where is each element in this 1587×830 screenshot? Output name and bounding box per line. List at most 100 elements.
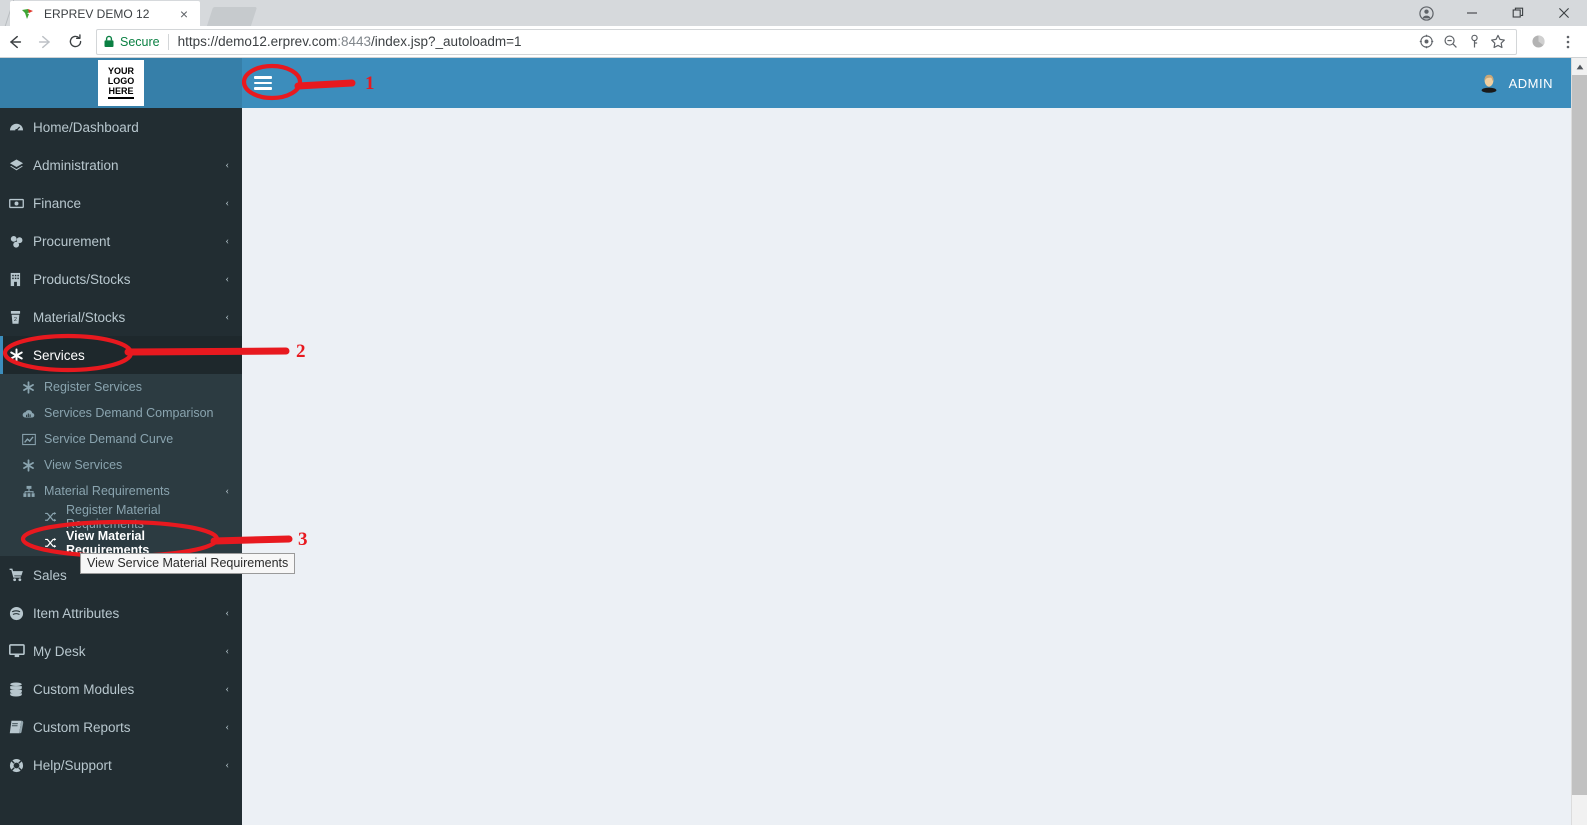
browser-toolbar: Secure https://demo12.erprev.com:8443/in… bbox=[0, 26, 1587, 58]
extension-icon[interactable] bbox=[1523, 27, 1553, 57]
chevron-left-icon: ‹ bbox=[225, 485, 229, 497]
chevron-left-icon: ‹ bbox=[225, 683, 229, 695]
sidebar-item-item-attributes[interactable]: Item Attributes ‹ bbox=[0, 594, 242, 632]
bin-icon: 2 bbox=[9, 310, 33, 325]
book-icon bbox=[9, 720, 33, 734]
page-scrollbar[interactable] bbox=[1571, 58, 1587, 825]
database-icon bbox=[9, 681, 33, 697]
forward-button[interactable] bbox=[30, 27, 60, 57]
submenu-item-register-material-requirements[interactable]: Register Material Requirements bbox=[0, 503, 242, 531]
submenu-item-label: Services Demand Comparison bbox=[44, 406, 214, 420]
browser-tab-title: ERPREV DEMO 12 bbox=[44, 6, 150, 21]
reload-button[interactable] bbox=[60, 27, 90, 57]
sidebar-item-label: My Desk bbox=[33, 643, 86, 659]
back-button[interactable] bbox=[0, 27, 30, 57]
building-icon bbox=[9, 272, 33, 287]
submenu-item-material-requirements[interactable]: Material Requirements ‹ bbox=[0, 478, 242, 504]
chevron-left-icon: ‹ bbox=[225, 607, 229, 619]
logo-line-3: HERE bbox=[108, 86, 134, 99]
chevron-left-icon: ‹ bbox=[225, 197, 229, 209]
sidebar-item-label: Item Attributes bbox=[33, 605, 120, 621]
app-logo: YOUR LOGO HERE bbox=[98, 60, 144, 106]
main-content-area bbox=[242, 108, 1571, 825]
minimize-button[interactable] bbox=[1449, 0, 1495, 26]
chevron-left-icon: ‹ bbox=[225, 235, 229, 247]
shuffle-icon bbox=[44, 511, 66, 523]
asterisk-icon bbox=[22, 458, 44, 472]
submenu-item-service-demand-curve[interactable]: Service Demand Curve bbox=[0, 426, 242, 452]
submenu-item-label: View Services bbox=[44, 458, 123, 472]
sidebar-item-help-support[interactable]: Help/Support ‹ bbox=[0, 746, 242, 784]
url-text: https://demo12.erprev.com:8443/index.jsp… bbox=[177, 34, 522, 49]
zoom-icon[interactable] bbox=[1438, 30, 1462, 54]
submenu-item-label: Register Services bbox=[44, 380, 142, 394]
sidebar-item-label: Custom Modules bbox=[33, 681, 135, 697]
sidebar-item-procurement[interactable]: Procurement ‹ bbox=[0, 222, 242, 260]
maximize-button[interactable] bbox=[1495, 0, 1541, 26]
sidebar-item-label: Procurement bbox=[33, 233, 111, 249]
cart-icon bbox=[9, 568, 33, 582]
sidebar-item-my-desk[interactable]: My Desk ‹ bbox=[0, 632, 242, 670]
line-chart-icon bbox=[22, 433, 44, 446]
chevron-left-icon: ‹ bbox=[225, 645, 229, 657]
browser-tab[interactable]: ERPREV DEMO 12 × bbox=[10, 1, 200, 26]
menu-tooltip: View Service Material Requirements bbox=[80, 553, 296, 574]
sidebar-item-label: Services bbox=[33, 347, 85, 363]
asterisk-icon bbox=[9, 348, 33, 363]
sitemap-icon bbox=[22, 485, 44, 498]
submenu-item-label: Service Demand Curve bbox=[44, 432, 174, 446]
chrome-menu-icon[interactable] bbox=[1553, 27, 1583, 57]
cast-icon[interactable] bbox=[1414, 30, 1438, 54]
app-header: YOUR LOGO HERE ADMIN bbox=[0, 58, 1571, 108]
new-tab-button[interactable] bbox=[206, 7, 258, 26]
sidebar-item-home-dashboard[interactable]: Home/Dashboard bbox=[0, 108, 242, 146]
tab-close-icon[interactable]: × bbox=[176, 7, 192, 21]
user-avatar-icon bbox=[1478, 72, 1500, 94]
asterisk-icon bbox=[22, 380, 44, 394]
window-controls bbox=[1403, 0, 1587, 26]
chevron-left-icon: ‹ bbox=[225, 273, 229, 285]
lock-icon bbox=[103, 35, 115, 48]
sidebar-item-label: Administration bbox=[33, 157, 119, 173]
password-key-icon[interactable] bbox=[1462, 30, 1486, 54]
submenu-item-services-demand-comparison[interactable]: Services Demand Comparison bbox=[0, 400, 242, 426]
submenu-item-register-services[interactable]: Register Services bbox=[0, 374, 242, 400]
browser-toolbar-right bbox=[1523, 27, 1587, 57]
logo-slot[interactable]: YOUR LOGO HERE bbox=[0, 58, 242, 108]
address-bar[interactable]: Secure https://demo12.erprev.com:8443/in… bbox=[96, 28, 1517, 55]
omnibox-actions bbox=[1414, 30, 1510, 54]
user-menu[interactable]: ADMIN bbox=[1478, 58, 1571, 108]
material-requirements-submenu: Register Material Requirements View Mate… bbox=[0, 503, 242, 557]
browser-tab-strip: ERPREV DEMO 12 × bbox=[0, 0, 1587, 26]
money-icon bbox=[9, 196, 33, 211]
services-submenu: Register Services Services Demand Compar… bbox=[0, 374, 242, 557]
sidebar-item-services[interactable]: Services bbox=[0, 336, 242, 374]
sidebar-item-products-stocks[interactable]: Products/Stocks ‹ bbox=[0, 260, 242, 298]
bookmark-star-icon[interactable] bbox=[1486, 30, 1510, 54]
close-button[interactable] bbox=[1541, 0, 1587, 26]
scrollbar-thumb[interactable] bbox=[1572, 75, 1587, 795]
submenu-item-view-services[interactable]: View Services bbox=[0, 452, 242, 478]
hamburger-icon[interactable] bbox=[242, 58, 284, 108]
omnibox-divider bbox=[167, 33, 169, 50]
sidebar-item-label: Home/Dashboard bbox=[33, 119, 139, 135]
application-window: YOUR LOGO HERE ADMIN Home/Dashboard Admi… bbox=[0, 58, 1571, 825]
sidebar-item-label: Custom Reports bbox=[33, 719, 131, 735]
sidebar-item-finance[interactable]: Finance ‹ bbox=[0, 184, 242, 222]
chevron-left-icon: ‹ bbox=[225, 759, 229, 771]
sidebar-item-custom-modules[interactable]: Custom Modules ‹ bbox=[0, 670, 242, 708]
shuffle-icon bbox=[44, 537, 66, 549]
layers-icon bbox=[9, 158, 33, 173]
lifebuoy-icon bbox=[9, 758, 33, 773]
sidebar-item-custom-reports[interactable]: Custom Reports ‹ bbox=[0, 708, 242, 746]
svg-text:2: 2 bbox=[14, 316, 17, 322]
cloud-chart-icon bbox=[22, 407, 44, 420]
profile-icon[interactable] bbox=[1403, 0, 1449, 26]
submenu-item-label: Register Material Requirements bbox=[66, 503, 161, 531]
sidebar-item-administration[interactable]: Administration ‹ bbox=[0, 146, 242, 184]
submenu-item-label: Material Requirements bbox=[44, 484, 170, 498]
chevron-left-icon: ‹ bbox=[225, 311, 229, 323]
sidebar-item-label: Material/Stocks bbox=[33, 309, 126, 325]
sidebar-item-material-stocks[interactable]: 2 Material/Stocks ‹ bbox=[0, 298, 242, 336]
scroll-up-arrow-icon[interactable] bbox=[1572, 58, 1587, 75]
